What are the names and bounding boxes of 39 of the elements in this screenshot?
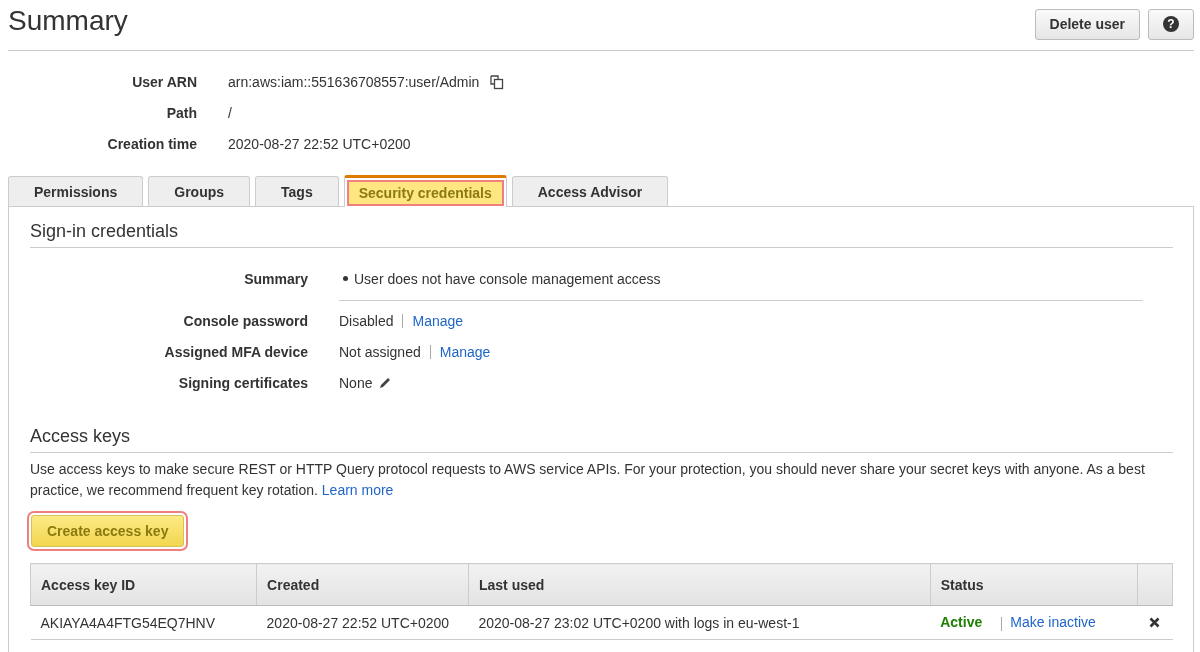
field-label: Creation time — [106, 135, 197, 152]
section-heading: Access keys — [30, 422, 1173, 453]
field-value: None — [339, 374, 373, 391]
table-cell: AKIAYA4A4FTG54EQ7HNV — [30, 605, 257, 640]
pencil-icon[interactable] — [378, 375, 393, 390]
summary-text: User does not have console management access — [354, 270, 661, 287]
page-title: Summary — [8, 5, 128, 37]
delete-user-button[interactable]: Delete user — [1034, 8, 1140, 40]
help-button[interactable]: ? — [1148, 8, 1194, 40]
section-heading: Sign-in credentials — [30, 217, 1173, 248]
column-header: Created — [256, 563, 469, 606]
copy-icon[interactable] — [489, 73, 506, 90]
field-value: Disabled — [339, 312, 394, 329]
table-cell: 2020-08-27 23:02 UTC+0200 with logs in eu-west-1 — [468, 605, 931, 640]
description-text: Use access keys to make secure REST or HTTP Query protocol requests to AWS service APIs. For your protection, you should never share your secret keys with anyone. As a best practice, we recommend frequent key rotation. Learn more — [30, 460, 1146, 500]
column-header: Status — [930, 563, 1138, 606]
table-cell: 2020-08-27 22:52 UTC+0200 — [256, 605, 469, 640]
column-header: Last used — [468, 563, 931, 606]
column-header: Access key ID — [30, 563, 257, 606]
field-label: Signing certificates — [177, 374, 308, 391]
tab[interactable]: Tags — [255, 176, 339, 206]
field-value: 2020-08-27 22:52 UTC+0200 — [228, 135, 411, 152]
tab[interactable]: Groups — [148, 176, 251, 206]
manage-link[interactable]: Manage — [412, 312, 464, 329]
status-text: Active — [940, 614, 983, 631]
field-label: Path — [165, 104, 197, 121]
tab[interactable]: Permissions — [8, 176, 144, 206]
field-value: / — [228, 104, 232, 121]
delete-icon[interactable] — [1149, 616, 1161, 628]
field-value: arn:aws:iam::551636708557:user/Admin — [228, 73, 480, 90]
field-label: Console password — [182, 312, 308, 329]
field-value: Not assigned — [339, 343, 421, 360]
tab[interactable]: Access Advisor — [511, 176, 669, 206]
field-label: Assigned MFA device — [163, 343, 308, 360]
learn-more-link[interactable]: Learn more — [321, 482, 394, 498]
field-label: Summary — [243, 270, 308, 287]
manage-link[interactable]: Manage — [439, 343, 491, 360]
bullet-icon — [343, 276, 348, 281]
field-label: User ARN — [131, 73, 197, 90]
